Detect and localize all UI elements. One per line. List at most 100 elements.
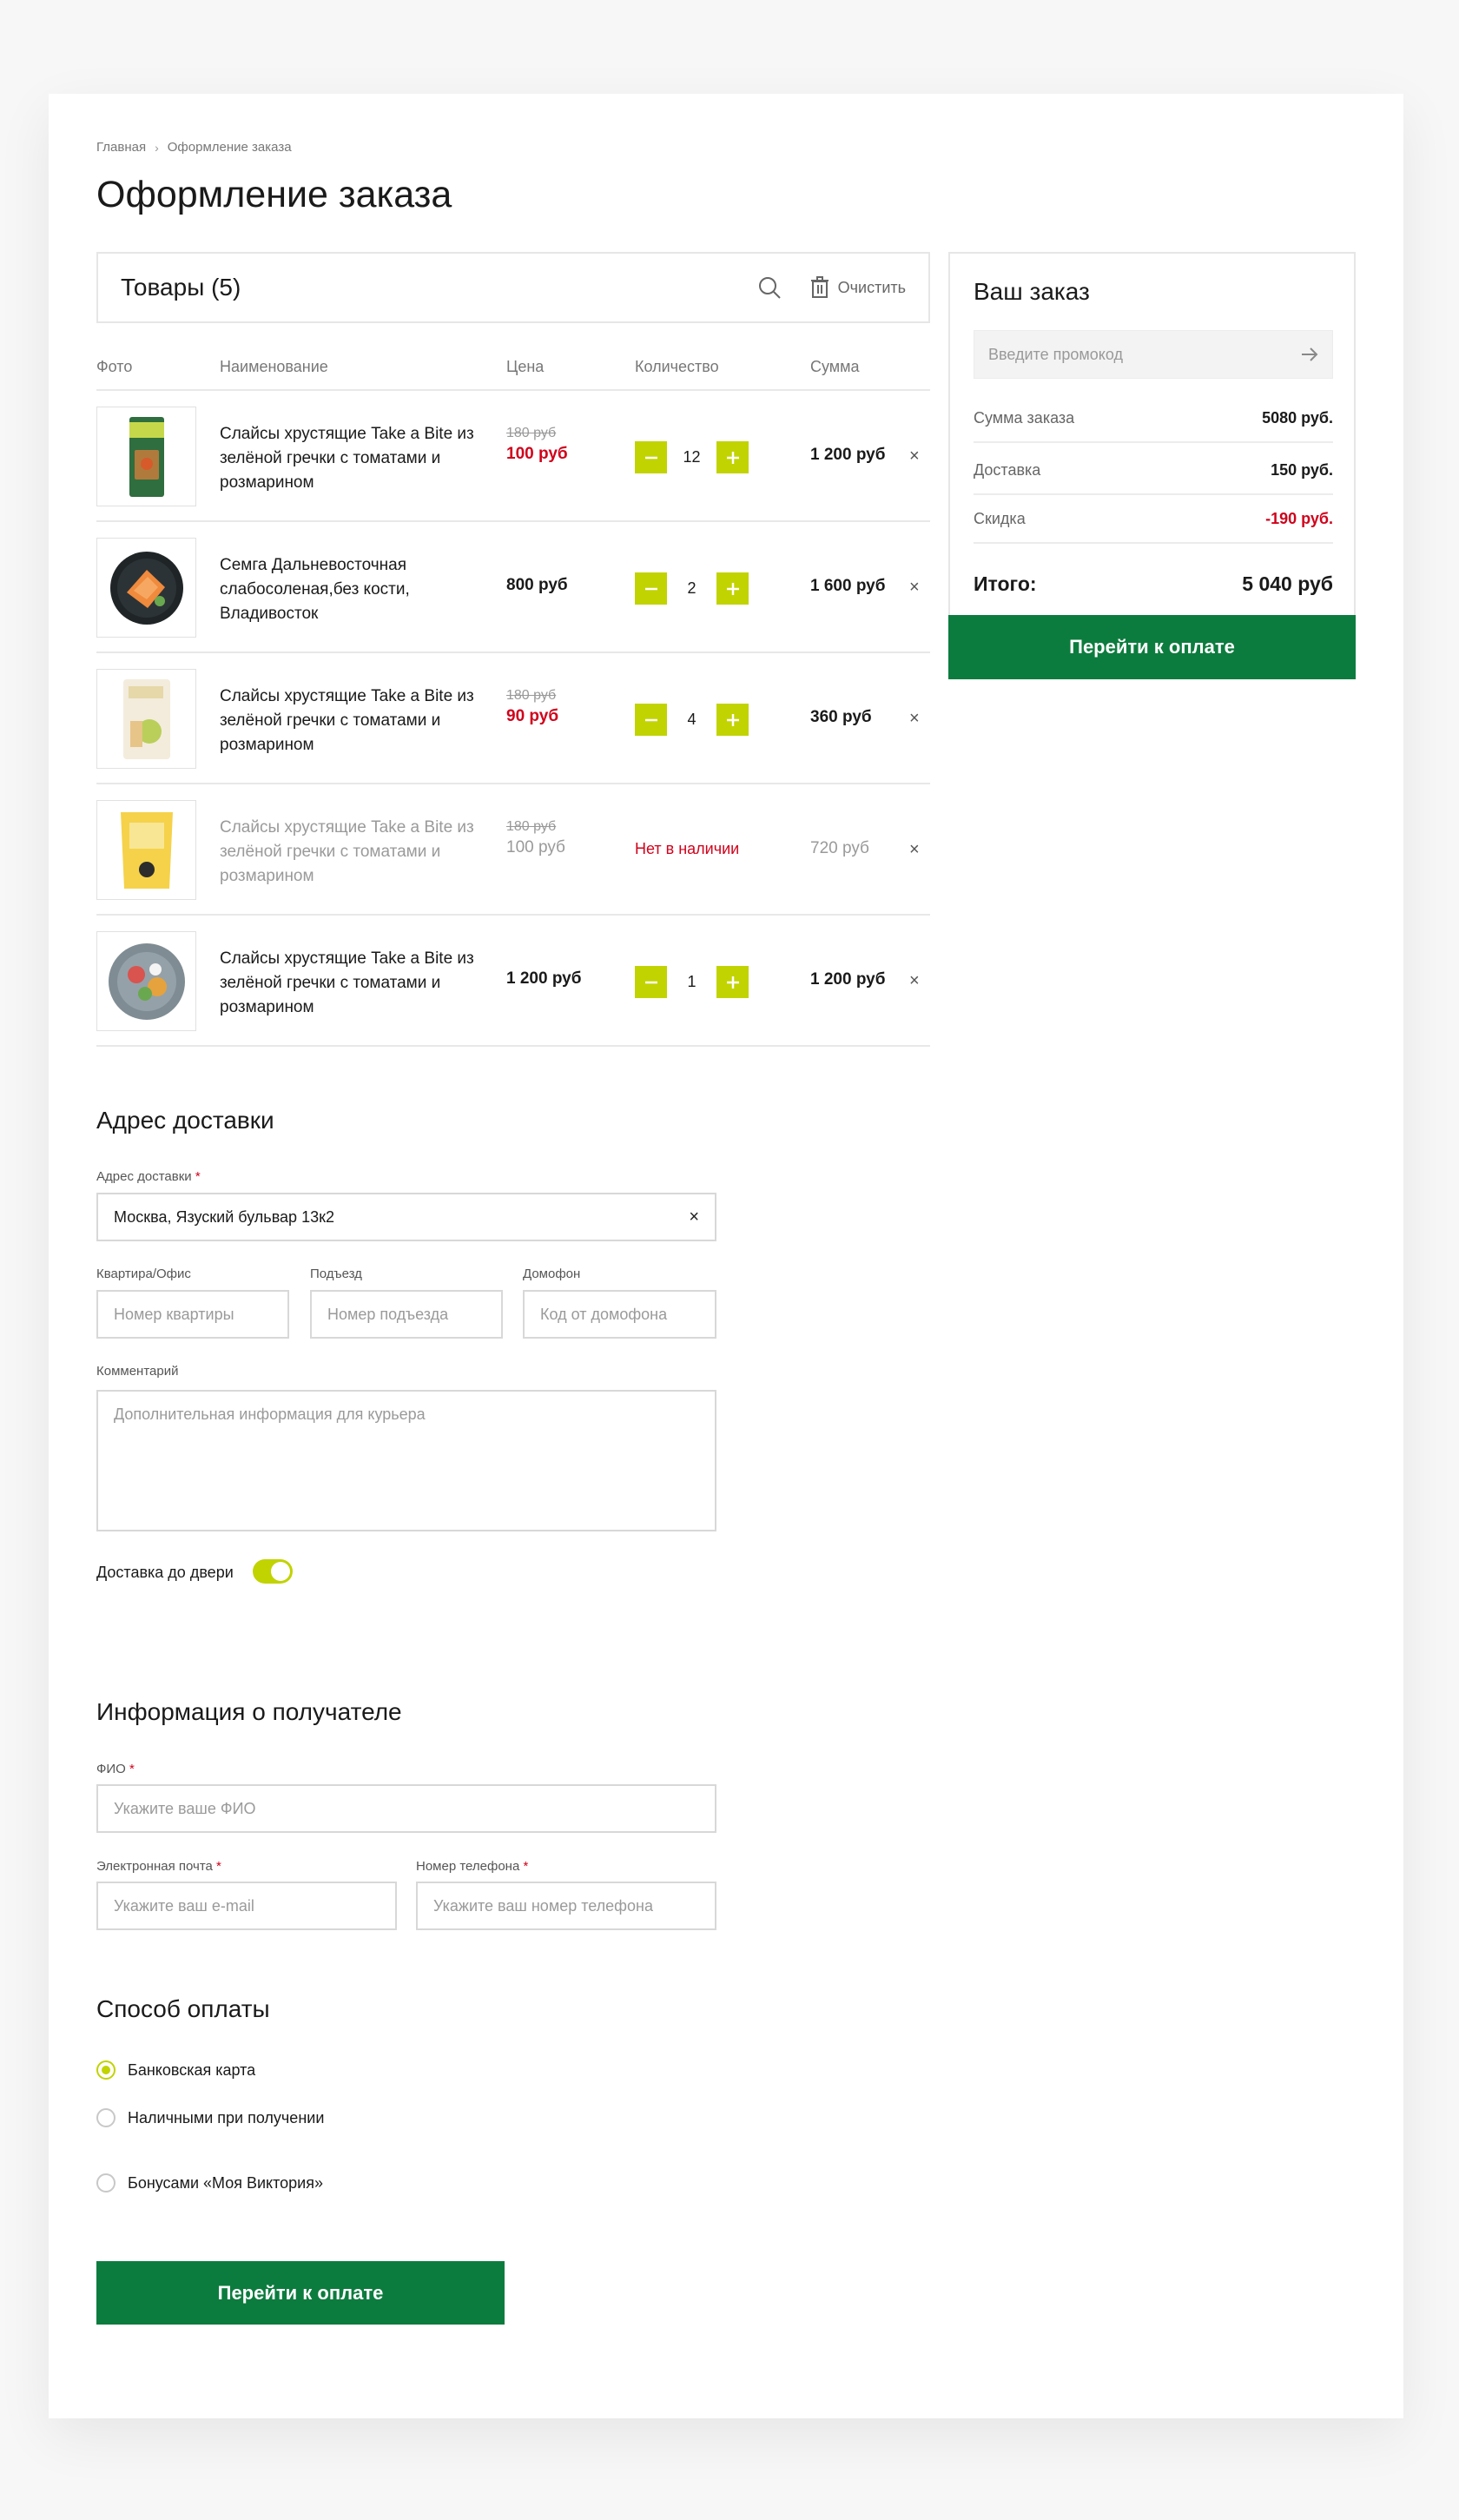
old-price: 180 руб (506, 688, 557, 703)
product-photo[interactable] (96, 407, 196, 506)
sale-price: 100 руб (506, 445, 568, 463)
address-input[interactable]: Москва, Язуский бульвар 13к2 × (96, 1193, 716, 1241)
minus-icon (644, 718, 657, 721)
cart-title: Товары (5) (121, 274, 241, 301)
order-summary: Ваш заказ Введите промокод Сумма заказа … (948, 252, 1356, 679)
decrease-button[interactable] (635, 441, 667, 473)
promo-code-input[interactable]: Введите промокод (974, 330, 1333, 379)
payment-option-bonus[interactable]: Бонусами «Моя Виктория» (96, 2173, 323, 2193)
intercom-input[interactable]: Код от домофона (523, 1290, 716, 1339)
remove-item-button[interactable]: × (909, 446, 920, 466)
clear-cart-button[interactable]: Очистить (810, 276, 906, 299)
product-photo[interactable] (96, 538, 196, 638)
summary-total: Итого: 5 040 руб (974, 572, 1333, 596)
total-value: 5 040 руб (1242, 572, 1333, 595)
checkout-card: Главная › Оформление заказа Оформление з… (49, 94, 1403, 2418)
quantity-stepper: 4 (635, 704, 749, 736)
decrease-button[interactable] (635, 704, 667, 736)
door-delivery-toggle[interactable] (253, 1559, 293, 1584)
payment-option-cash[interactable]: Наличными при получении (96, 2108, 324, 2127)
remove-item-button[interactable]: × (909, 971, 920, 991)
product-image (120, 811, 173, 889)
comment-textarea[interactable]: Дополнительная информация для курьера (96, 1390, 716, 1531)
full-name-input[interactable]: Укажите ваше ФИО (96, 1784, 716, 1833)
radio-selected-icon (96, 2060, 116, 2080)
product-photo[interactable] (96, 669, 196, 769)
quantity-stepper: 1 (635, 966, 749, 998)
item-sum: 720 руб (810, 839, 869, 857)
submit-payment-button[interactable]: Перейти к оплате (96, 2261, 505, 2325)
quantity-stepper: 2 (635, 572, 749, 605)
entrance-input[interactable]: Номер подъезда (310, 1290, 503, 1339)
product-name[interactable]: Семга Дальневосточная слабосоленая,без к… (220, 553, 476, 626)
cart-row-unavailable: Слайсы хрустящие Take a Bite из зелёной … (96, 784, 930, 916)
summary-row-discount: Скидка -190 руб. (974, 495, 1333, 544)
minus-icon (644, 587, 657, 590)
page-title: Оформление заказа (96, 174, 452, 215)
product-photo[interactable] (96, 931, 196, 1031)
discount-value: -190 руб. (1265, 509, 1333, 527)
clear-address-icon[interactable]: × (689, 1207, 699, 1227)
arrow-right-icon[interactable] (1301, 347, 1318, 362)
name-label: ФИО * (96, 1762, 135, 1776)
search-icon[interactable] (756, 274, 782, 301)
increase-button[interactable] (716, 572, 749, 605)
quantity-value: 2 (687, 579, 696, 597)
price: 100 руб (506, 838, 565, 857)
address-value: Москва, Язуский бульвар 13к2 (114, 1207, 334, 1226)
payment-option-card[interactable]: Банковская карта (96, 2060, 255, 2080)
product-image (109, 551, 183, 625)
address-label: Адрес доставки * (96, 1169, 201, 1184)
price: 800 руб (506, 576, 568, 594)
out-of-stock-label: Нет в наличии (635, 840, 740, 857)
recipient-section-title: Информация о получателе (96, 1698, 402, 1725)
quantity-value: 1 (687, 973, 696, 990)
remove-item-button[interactable]: × (909, 709, 920, 729)
product-name[interactable]: Слайсы хрустящие Take a Bite из зелёной … (220, 422, 476, 495)
payment-option-label: Банковская карта (128, 2060, 256, 2079)
comment-label: Комментарий (96, 1364, 179, 1379)
summary-title: Ваш заказ (974, 278, 1090, 305)
breadcrumb: Главная › Оформление заказа (96, 140, 292, 155)
door-delivery-label: Доставка до двери (96, 1564, 234, 1581)
apartment-label: Квартира/Офис (96, 1267, 191, 1281)
increase-button[interactable] (716, 441, 749, 473)
decrease-button[interactable] (635, 966, 667, 998)
email-input[interactable]: Укажите ваш e-mail (96, 1882, 397, 1930)
cart-row: Слайсы хрустящие Take a Bite из зелёной … (96, 916, 930, 1047)
plus-icon (726, 976, 739, 989)
column-quantity: Количество (635, 358, 719, 375)
quantity-value: 12 (683, 448, 701, 466)
phone-input[interactable]: Укажите ваш номер телефона (416, 1882, 716, 1930)
product-name[interactable]: Слайсы хрустящие Take a Bite из зелёной … (220, 685, 476, 757)
old-price: 180 руб (506, 819, 557, 834)
summary-row-order-sum: Сумма заказа 5080 руб. (974, 394, 1333, 443)
cart-header: Товары (5) Очистить (96, 252, 930, 323)
order-sum-label: Сумма заказа (974, 408, 1075, 427)
column-sum: Сумма (810, 358, 860, 375)
product-photo[interactable] (96, 800, 196, 900)
product-name[interactable]: Слайсы хрустящие Take a Bite из зелёной … (220, 816, 476, 889)
radio-icon (96, 2173, 116, 2193)
chevron-right-icon: › (155, 140, 159, 155)
apartment-input[interactable]: Номер квартиры (96, 1290, 289, 1339)
price: 1 200 руб (506, 969, 582, 988)
plus-icon (726, 451, 739, 464)
remove-item-button[interactable]: × (909, 578, 920, 598)
increase-button[interactable] (716, 704, 749, 736)
minus-icon (644, 981, 657, 983)
cart-row: Семга Дальневосточная слабосоленая,без к… (96, 522, 930, 653)
remove-item-button[interactable]: × (909, 840, 920, 860)
breadcrumb-home[interactable]: Главная (96, 140, 146, 155)
decrease-button[interactable] (635, 572, 667, 605)
product-name[interactable]: Слайсы хрустящие Take a Bite из зелёной … (220, 947, 476, 1020)
discount-label: Скидка (974, 509, 1026, 527)
product-image (129, 416, 164, 497)
payment-section-title: Способ оплаты (96, 1995, 270, 2022)
increase-button[interactable] (716, 966, 749, 998)
product-image (122, 678, 170, 759)
delivery-section-title: Адрес доставки (96, 1107, 274, 1134)
entrance-label: Подъезд (310, 1267, 362, 1281)
proceed-to-payment-button[interactable]: Перейти к оплате (948, 615, 1356, 679)
cart-table-header: Фото Наименование Цена Количество Сумма (96, 354, 930, 391)
